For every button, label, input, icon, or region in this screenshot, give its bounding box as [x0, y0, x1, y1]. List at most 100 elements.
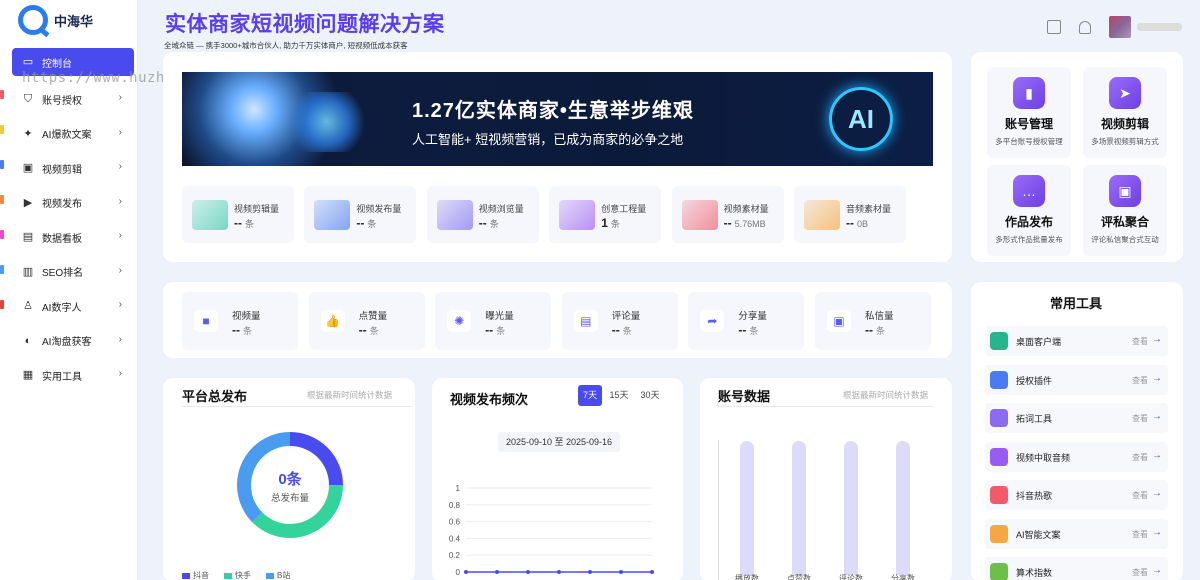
sidebar-item-2[interactable]: ✦ AI爆款文案 › — [12, 117, 134, 152]
legend-item: 抖音 — [182, 570, 209, 580]
engagement-unit: 条 — [243, 326, 253, 336]
app-name: 中海华 — [54, 13, 94, 29]
tool-view-link[interactable]: 查看 — [1132, 336, 1148, 347]
quick-action-tile[interactable]: ▣ 评私聚合 评论私信聚合式互动 — [1083, 165, 1167, 256]
stat-label: 视频素材量 — [723, 204, 769, 214]
arrow-right-icon: → — [1152, 565, 1162, 576]
stat-label: 视频浏览量 — [478, 204, 524, 214]
tool-name: 算术指数 — [1016, 568, 1053, 578]
y-tick-label: 0 — [456, 568, 461, 577]
chevron-right-icon: › — [118, 126, 122, 138]
account-category-label: 评论数 — [839, 574, 863, 580]
engagement-label: 分享量 — [738, 311, 767, 322]
stat-unit: 条 — [245, 219, 255, 229]
stat-unit: 条 — [610, 219, 620, 229]
tab-range-1[interactable]: 15天 — [606, 385, 632, 406]
stat-card: 视频素材量 -- 5.76MB — [671, 186, 784, 243]
bell-icon[interactable] — [1079, 20, 1091, 34]
sidebar-item-4[interactable]: ▶ 视频发布 › — [12, 186, 134, 221]
tool-icon — [990, 332, 1008, 350]
tool-view-link[interactable]: 查看 — [1132, 529, 1148, 540]
tool-row[interactable]: 抖音热歌 查看 → — [985, 480, 1168, 510]
promo-banner[interactable]: 1.27亿实体商家•生意举步维艰 人工智能+ 短视频营销，已成为商家的必争之地 … — [182, 72, 933, 166]
quick-action-tile[interactable]: ➤ 视频剪辑 多场景视频剪辑方式 — [1083, 67, 1167, 158]
account-axis — [718, 440, 719, 580]
account-category-label: 点赞数 — [787, 574, 811, 580]
engagement-label: 评论量 — [611, 311, 641, 322]
user-menu[interactable] — [1109, 16, 1182, 38]
engagement-unit: 条 — [496, 326, 506, 336]
tool-view-link[interactable]: 查看 — [1132, 567, 1148, 578]
app-logo[interactable]: 中海华 — [18, 5, 93, 35]
sidebar-item-8[interactable]: ◐ AI淘盘获客 › — [12, 324, 134, 359]
sidebar-item-5[interactable]: ▤ 数据看板 › — [12, 220, 134, 255]
engagement-label: 点赞量 — [358, 311, 388, 322]
account-category-label: 分享数 — [891, 574, 915, 580]
tool-view-link[interactable]: 查看 — [1132, 413, 1148, 424]
y-tick-label: 1 — [456, 484, 461, 493]
banner-subline: 人工智能+ 短视频营销，已成为商家的必争之地 — [412, 132, 684, 147]
frequency-title: 视频发布频次 — [450, 392, 529, 407]
sidebar-item-label: 账号授权 — [42, 95, 82, 107]
data-point — [650, 570, 654, 574]
comment-icon: ▤ — [573, 310, 598, 332]
tool-name: 抖音热歌 — [1016, 491, 1053, 501]
stat-label: 创意工程量 — [601, 204, 647, 214]
tool-row[interactable]: 视频中取音频 查看 → — [985, 441, 1168, 472]
glow-decoration — [282, 92, 372, 152]
stat-unit: 条 — [489, 219, 499, 229]
tool-row[interactable]: AI智能文案 查看 → — [985, 518, 1168, 549]
tool-row[interactable]: 桌面客户端 查看 → — [985, 326, 1168, 356]
engagement-value: -- 条 — [738, 323, 758, 337]
sidebar-item-label: 视频发布 — [42, 199, 82, 211]
stat-number: 1 — [601, 216, 608, 230]
tab-range-2[interactable]: 30天 — [636, 385, 664, 406]
sidebar-item-6[interactable]: ▥ SEO排名 › — [12, 255, 134, 290]
tool-view-link[interactable]: 查看 — [1132, 490, 1148, 501]
toolbox-icon: ▦ — [22, 369, 34, 382]
sidebar-item-1[interactable]: ⛉ 账号授权 › — [12, 82, 134, 117]
bulb-icon: ✦ — [23, 127, 33, 140]
legend-swatch — [182, 572, 190, 579]
tool-row[interactable]: 算术指数 查看 → — [985, 557, 1168, 580]
arrow-right-icon: → — [1152, 372, 1162, 384]
data-point — [619, 570, 623, 574]
send-icon: ➤ — [1109, 77, 1141, 109]
sidebar-item-label: 视频剪辑 — [42, 164, 82, 176]
quick-action-desc: 评论私信聚合式互动 — [1091, 235, 1159, 244]
legend-swatch — [266, 572, 274, 579]
tool-row[interactable]: 拓词工具 查看 → — [985, 403, 1168, 433]
engagement-unit: 条 — [749, 326, 759, 336]
stat-value: -- 条 — [234, 216, 254, 230]
donut-value: 0条 — [278, 471, 302, 488]
book-icon[interactable] — [1047, 20, 1061, 34]
date-range[interactable]: 2025-09-10 至 2025-09-16 — [498, 432, 620, 452]
stat-unit: 5.76MB — [734, 219, 766, 229]
quick-action-desc: 多平台账号授权管理 — [995, 137, 1063, 146]
tool-view-link[interactable]: 查看 — [1132, 375, 1148, 386]
engagement-stat-card: ▤ 评论量 -- 条 — [561, 292, 678, 350]
engagement-number: -- — [738, 323, 747, 337]
stat-card: 创意工程量 1 条 — [549, 186, 662, 243]
shield-icon: ⛉ — [23, 93, 33, 106]
engagement-stat-card: ✺ 曝光量 -- 条 — [435, 292, 552, 350]
sidebar-item-9[interactable]: ▦ 实用工具 › — [12, 358, 134, 393]
quick-action-tile[interactable]: ▮ 账号管理 多平台账号授权管理 — [987, 67, 1071, 158]
stat-label: 视频发布量 — [356, 204, 402, 214]
tool-icon — [990, 486, 1008, 504]
sidebar-item-label: 实用工具 — [42, 371, 82, 383]
sidebar-item-label: AI爆款文案 — [42, 130, 92, 142]
frequency-line-chart: 0 0.2 0.4 0.6 0.8 1 — [449, 484, 654, 577]
chevron-right-icon: › — [118, 368, 122, 379]
sidebar-item-7[interactable]: ♙ AI数字人 › — [12, 289, 134, 324]
avatar[interactable] — [1109, 16, 1131, 38]
sidebar-item-3[interactable]: ▣ 视频剪辑 › — [12, 151, 134, 186]
quick-action-tile[interactable]: … 作品发布 多形式作品批量发布 — [987, 165, 1071, 256]
data-point — [464, 570, 468, 574]
tool-view-link[interactable]: 查看 — [1132, 452, 1148, 463]
stat-label: 音频素材量 — [846, 204, 892, 214]
arrow-right-icon: → — [1152, 526, 1162, 538]
y-tick-label: 0.4 — [449, 534, 461, 543]
tool-row[interactable]: 授权插件 查看 → — [985, 364, 1168, 395]
tab-range-0[interactable]: 7天 — [578, 385, 602, 406]
